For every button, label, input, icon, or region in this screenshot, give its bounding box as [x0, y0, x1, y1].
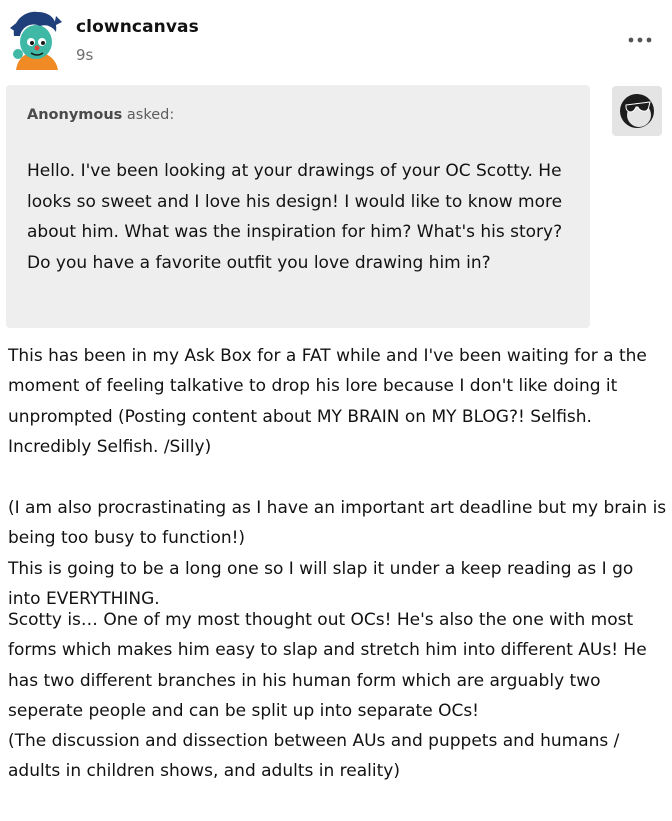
- answer-paragraph: This has been in my Ask Box for a FAT wh…: [8, 346, 647, 457]
- asker-line: Anonymous asked:: [27, 107, 174, 123]
- answer-block: Scotty is… One of my most thought out OC…: [8, 605, 670, 787]
- post-header: clowncanvas 9s: [0, 0, 672, 84]
- asker-name: Anonymous: [27, 107, 123, 123]
- sunglasses-ghost-icon: [620, 94, 654, 128]
- ellipsis-icon: [628, 37, 652, 43]
- post-timestamp[interactable]: 9s: [76, 46, 93, 64]
- ask-box: Anonymous asked: Hello. I've been lookin…: [6, 85, 590, 328]
- blog-avatar[interactable]: [6, 6, 64, 70]
- ask-question: Hello. I've been looking at your drawing…: [27, 161, 563, 273]
- answer-body: This has been in my Ask Box for a FAT wh…: [8, 341, 670, 781]
- asked-label: asked:: [122, 107, 175, 123]
- more-options-button[interactable]: [624, 30, 656, 50]
- answer-paragraph: (The discussion and dissection between A…: [8, 731, 620, 782]
- anonymous-avatar: [612, 86, 662, 136]
- blog-name[interactable]: clowncanvas: [76, 17, 199, 37]
- answer-block: (I am also procrastinating as I have an …: [8, 493, 670, 614]
- answer-paragraph: Scotty is… One of my most thought out OC…: [8, 610, 647, 721]
- answer-paragraph: (I am also procrastinating as I have an …: [8, 498, 667, 549]
